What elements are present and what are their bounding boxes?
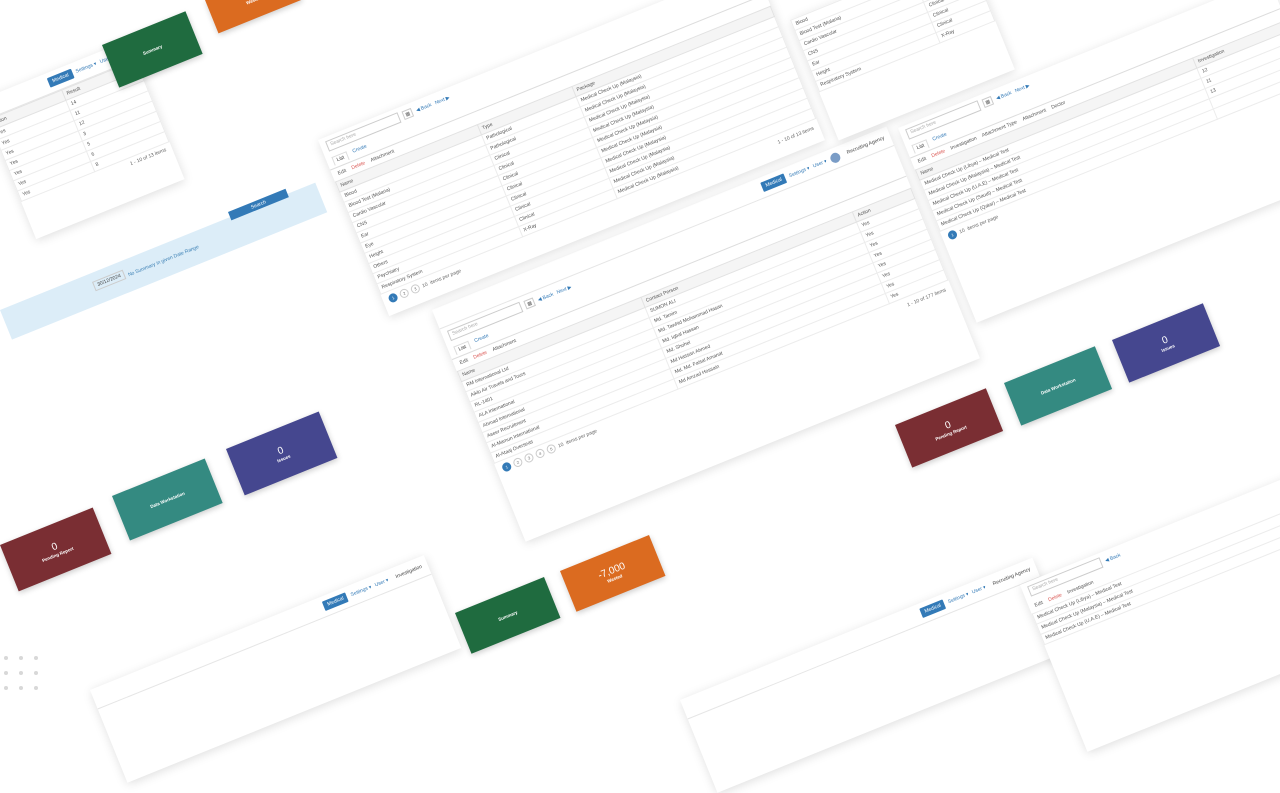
nav-medical[interactable]: Medical — [47, 68, 75, 88]
edit-button[interactable]: Edit — [337, 168, 347, 177]
summary-label: Summary — [141, 43, 163, 56]
bottom-package-panel: Medical Settings ▾ User ▾ Recruiting Age… — [680, 557, 1070, 793]
page-1[interactable]: 1 — [946, 229, 959, 241]
back-button[interactable]: ◀ Back — [1104, 552, 1121, 564]
nav-medical[interactable]: Medical — [760, 173, 788, 193]
pending-report-tile[interactable]: 0 Pending Report — [895, 388, 1004, 468]
page-1[interactable]: 1 — [500, 461, 513, 473]
summary-tile[interactable]: Summary — [455, 577, 561, 654]
data-workstation-tile[interactable]: Data Workstation — [1004, 346, 1113, 426]
pending-report-tile[interactable]: 0 Pending Report — [0, 507, 112, 592]
page-3[interactable]: 3 — [409, 283, 422, 295]
nav-settings[interactable]: Settings ▾ — [788, 165, 811, 179]
nav-medical[interactable]: Medical — [919, 599, 947, 619]
wasted-tile[interactable]: -7,000 Wasted — [560, 535, 666, 612]
page-size[interactable]: 10 — [557, 441, 564, 449]
calendar-icon[interactable]: ▦ — [401, 107, 415, 121]
next-button[interactable]: Next ▶ — [556, 284, 573, 295]
bottom-right-package-list: Search here ◀ Back Edit Delete Investiga… — [1020, 476, 1280, 752]
nav-settings[interactable]: Settings ▾ — [350, 584, 373, 598]
issues-tile[interactable]: 0 Issues — [1112, 303, 1221, 383]
page-5[interactable]: 5 — [545, 443, 558, 455]
page-2[interactable]: 2 — [511, 456, 524, 469]
top-nav: Medical Settings ▾ User ▾ Recruiting Age… — [680, 557, 1041, 720]
nav-settings[interactable]: Settings ▾ — [947, 591, 970, 605]
page-size[interactable]: 10 — [958, 227, 965, 235]
issues-tile[interactable]: 0 Issues — [226, 411, 338, 496]
edit-button[interactable]: Edit — [459, 357, 469, 366]
edit-button[interactable]: Edit — [1034, 600, 1044, 609]
page-2[interactable]: 2 — [398, 287, 411, 300]
calendar-icon[interactable]: ▦ — [523, 297, 536, 310]
back-button[interactable]: ◀ Back — [995, 90, 1012, 102]
clinical-table: BloodClinical Blood Test (Malaria)Clinic… — [790, 0, 995, 92]
wasted-label: Wasted — [245, 0, 262, 5]
avatar[interactable] — [828, 151, 842, 165]
page-size[interactable]: 10 — [421, 281, 428, 289]
nav-user[interactable]: User ▾ — [971, 584, 987, 595]
page-4[interactable]: 4 — [534, 447, 546, 460]
page-1[interactable]: 1 — [387, 292, 399, 304]
bottom-summary-panel: Medical Settings ▾ User ▾ Investigation — [90, 555, 462, 783]
nav-medical[interactable]: Medical — [322, 592, 350, 611]
page-3[interactable]: 3 — [523, 452, 535, 464]
nav-user[interactable]: User ▾ — [812, 159, 828, 170]
banner-text: No Summary in given Date Range — [127, 244, 200, 279]
nav-investigation: Investigation — [394, 563, 424, 580]
data-workstation-tile[interactable]: Data Workstation — [112, 458, 223, 541]
edit-button[interactable]: Edit — [917, 156, 927, 165]
workstation-label: Data Workstation — [149, 490, 186, 509]
back-button[interactable]: ◀ Back — [415, 102, 432, 114]
decorative-dots — [4, 656, 38, 690]
wasted-tile[interactable]: Wasted — [205, 0, 302, 34]
calendar-icon[interactable]: ▦ — [981, 95, 995, 109]
nav-user[interactable]: User ▾ — [374, 577, 390, 588]
top-nav: Medical Settings ▾ User ▾ Investigation — [90, 555, 432, 710]
summary-tile[interactable]: Summary — [102, 11, 203, 88]
next-button[interactable]: Next ▶ — [1014, 82, 1031, 93]
summary-label: Summary — [497, 609, 519, 622]
next-button[interactable]: Next ▶ — [434, 94, 451, 105]
back-button[interactable]: ◀ Back — [537, 291, 554, 303]
nav-settings[interactable]: Settings ▾ — [75, 61, 98, 75]
workstation-label: Data Workstation — [1039, 376, 1077, 396]
